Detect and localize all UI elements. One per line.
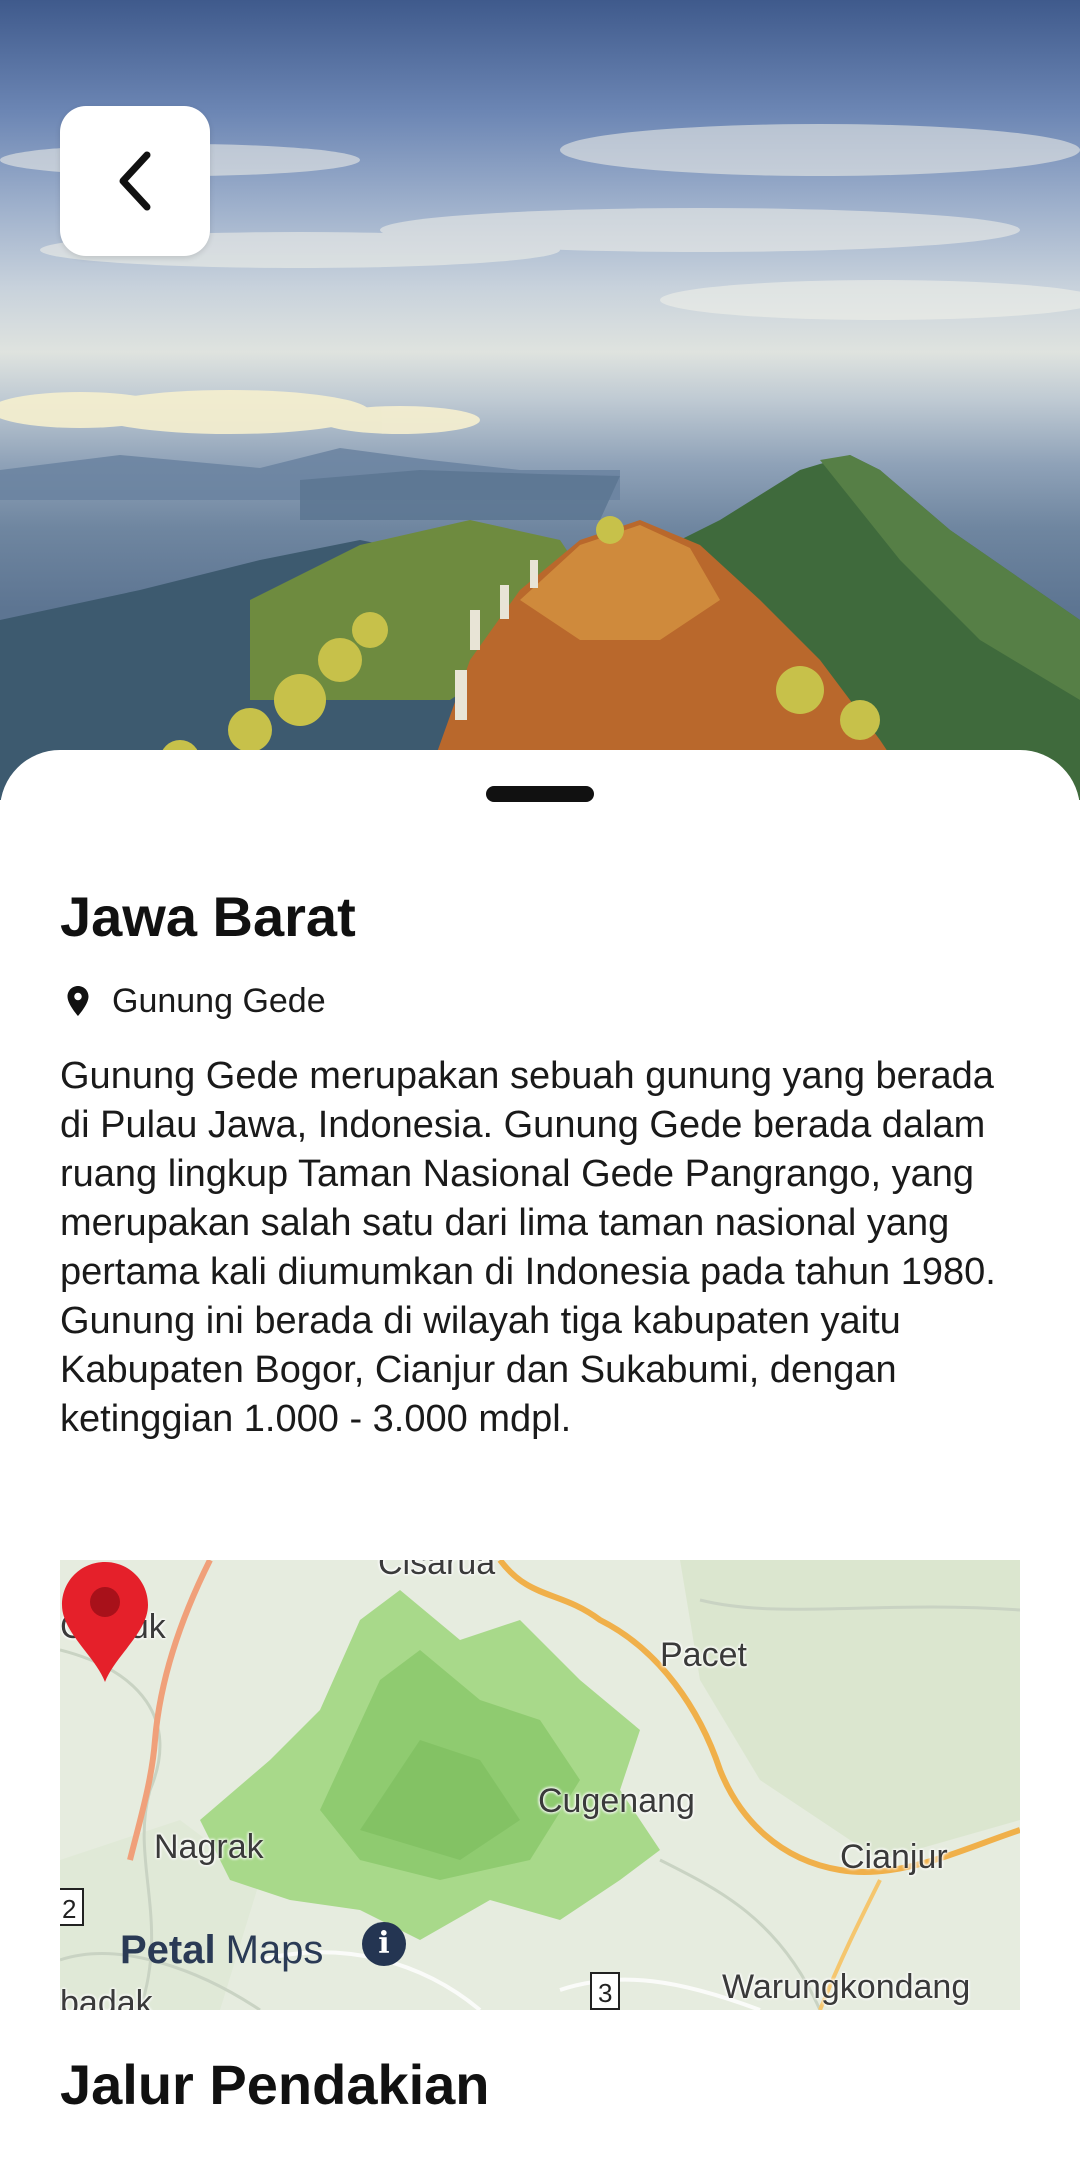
location-map[interactable]: Cisarua Cijeruk Pacet Cugenang Nagrak Ci… xyxy=(60,1560,1020,2010)
map-label-cugenang: Cugenang xyxy=(538,1782,695,1820)
petal-maps-logo: Petal Maps xyxy=(120,1928,323,1973)
road-badge-2: 2 xyxy=(60,1888,85,1926)
location-row: Gunung Gede xyxy=(60,976,326,1026)
place-description: Gunung Gede merupakan sebuah gunung yang… xyxy=(60,1055,996,1440)
map-label-cianjur: Cianjur xyxy=(840,1838,948,1876)
map-label-nagrak: Nagrak xyxy=(154,1828,264,1866)
chevron-left-icon xyxy=(119,151,151,211)
map-label-cibadak: badak xyxy=(60,1984,153,2010)
detail-screen: Jawa Barat Gunung Gede Gunung Gede merup… xyxy=(0,0,1080,2164)
map-label-pacet: Pacet xyxy=(660,1636,747,1674)
location-label: Gunung Gede xyxy=(112,981,326,1020)
detail-sheet: Jawa Barat Gunung Gede Gunung Gede merup… xyxy=(0,750,1080,2164)
map-marker-icon[interactable] xyxy=(60,1560,150,1684)
map-label-cisarua: Cisarua xyxy=(378,1560,496,1582)
road-badge-3: 3 xyxy=(590,1972,621,2010)
brand-regular: Maps xyxy=(225,1928,324,1972)
map-label-warungkondang: Warungkondang xyxy=(722,1968,971,2006)
sheet-drag-handle[interactable] xyxy=(486,786,594,802)
brand-bold: Petal xyxy=(120,1928,216,1972)
location-pin-icon xyxy=(67,986,89,1016)
section-title-hiking-trail: Jalur Pendakian xyxy=(60,2053,490,2116)
back-button[interactable] xyxy=(60,106,210,256)
place-title: Jawa Barat xyxy=(60,885,356,948)
info-icon[interactable]: i xyxy=(362,1922,406,1966)
